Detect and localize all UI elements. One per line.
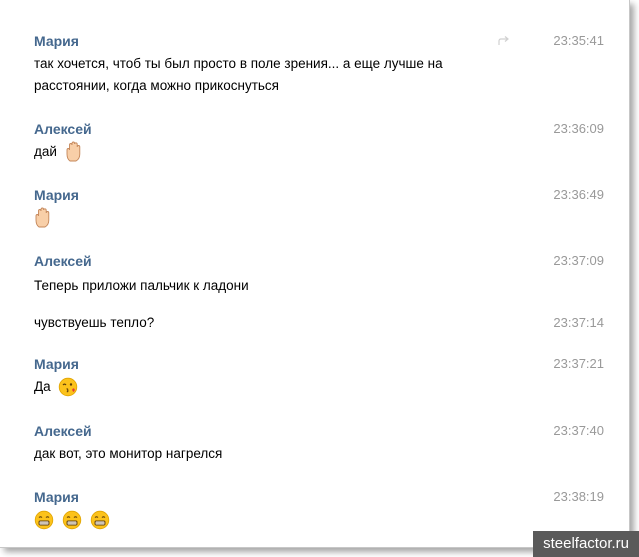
message-author[interactable]: Мария <box>34 187 79 203</box>
message-text: чувствуешь тепло? <box>34 312 514 334</box>
message-line: расстоянии, когда можно прикоснуться <box>34 78 279 93</box>
message-line: дак вот, это монитор нагрелся <box>34 446 223 461</box>
message-history: Мария 23:35:41 так хочется, чтоб ты был … <box>0 0 629 547</box>
watermark: steelfactor.ru <box>533 531 639 557</box>
message-time: 23:38:19 <box>553 489 604 504</box>
message-author[interactable]: Мария <box>34 33 79 49</box>
message-time: 23:36:49 <box>553 187 604 202</box>
message-text: так хочется, чтоб ты был просто в поле з… <box>34 53 514 97</box>
message-time: 23:35:41 <box>553 33 604 48</box>
forward-icon[interactable] <box>498 36 510 46</box>
message-text: Да <box>34 376 514 398</box>
message-author[interactable]: Мария <box>34 489 79 505</box>
message-time: 23:36:09 <box>553 121 604 136</box>
raised-hand-icon <box>35 207 50 228</box>
message-author[interactable]: Алексей <box>34 253 92 269</box>
raised-hand-icon <box>66 141 80 162</box>
grinning-face-icon <box>62 511 81 530</box>
message-time: 23:37:14 <box>553 315 604 330</box>
message-line: Теперь приложи пальчик к ладони <box>34 278 249 293</box>
message-time: 23:37:21 <box>553 356 604 371</box>
message-text: дай <box>34 141 514 163</box>
chat-window: Мария 23:35:41 так хочется, чтоб ты был … <box>0 0 630 548</box>
message-author[interactable]: Мария <box>34 356 79 372</box>
message-time: 23:37:09 <box>553 253 604 268</box>
message-text <box>34 207 514 229</box>
grinning-face-icon <box>90 511 109 530</box>
grinning-face-icon <box>34 511 54 530</box>
message-text <box>34 509 514 531</box>
message-author[interactable]: Алексей <box>34 121 92 137</box>
message-time: 23:37:40 <box>553 423 604 438</box>
kissing-face-icon <box>59 378 78 397</box>
message-text: дак вот, это монитор нагрелся <box>34 443 514 465</box>
message-line: Да <box>34 379 51 394</box>
message-line: так хочется, чтоб ты был просто в поле з… <box>34 56 443 71</box>
message-author[interactable]: Алексей <box>34 423 92 439</box>
message-text: Теперь приложи пальчик к ладони <box>34 275 514 297</box>
message-line: дай <box>34 144 57 159</box>
message-line: чувствуешь тепло? <box>34 315 155 330</box>
